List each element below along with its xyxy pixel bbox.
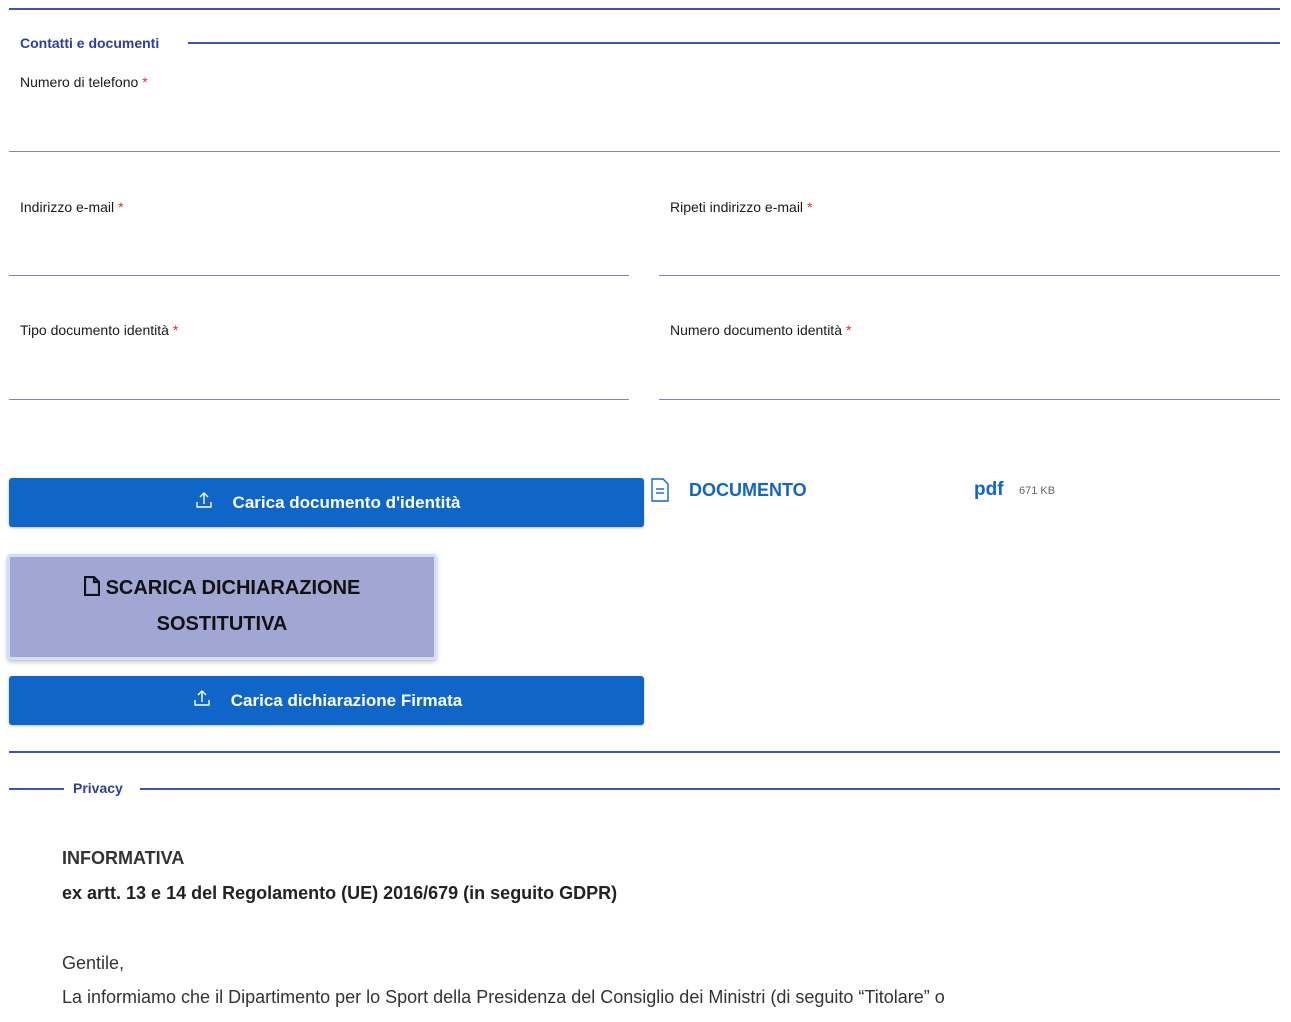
privacy-legend: Privacy [73,780,123,796]
contacts-legend-line [188,42,1280,44]
privacy-legend-line-left [9,788,64,790]
download-declaration-button[interactable]: SCARICA DICHIARAZIONE SOSTITUTIVA [7,554,437,660]
required-mark: * [807,199,813,215]
upload-id-label: Carica documento d'identità [232,492,461,512]
required-mark: * [118,199,124,215]
email-repeat-input[interactable] [659,236,1280,276]
doc-number-label: Numero documento identità * [670,322,852,338]
email-label: Indirizzo e-mail * [20,199,124,215]
doc-type-input[interactable] [9,360,629,400]
upload-id-button[interactable]: Carica documento d'identità [9,478,644,527]
download-declaration-line2: SOSTITUTIVA [156,613,288,635]
upload-icon [193,489,215,516]
doc-number-input[interactable] [659,360,1280,400]
section-divider [9,751,1280,753]
top-divider [9,8,1280,10]
download-declaration-line1: SCARICA DICHIARAZIONE [10,571,434,607]
upload-icon [191,687,213,714]
privacy-heading: INFORMATIVA [62,848,185,868]
attached-file-size: 671 KB [1019,485,1056,497]
attached-file-name[interactable]: DOCUMENTO [689,480,807,501]
email-repeat-label: Ripeti indirizzo e-mail * [670,199,813,215]
privacy-legend-line-right [140,788,1280,790]
privacy-subheading: ex artt. 13 e 14 del Regolamento (UE) 20… [62,883,618,903]
required-mark: * [846,322,852,338]
document-icon [83,573,100,607]
file-icon [651,478,669,507]
upload-signed-label: Carica dichiarazione Firmata [230,690,463,710]
email-input[interactable] [9,236,629,276]
phone-input[interactable] [9,112,1280,152]
contacts-legend: Contatti e documenti [20,35,160,51]
required-mark: * [172,322,179,338]
privacy-body: La informiamo che il Dipartimento per lo… [62,987,945,1007]
privacy-greeting: Gentile, [62,953,125,973]
upload-signed-button[interactable]: Carica dichiarazione Firmata [9,676,644,725]
phone-label: Numero di telefono * [20,74,148,90]
doc-type-label: Tipo documento identità * [20,322,179,338]
required-mark: * [142,74,148,90]
attached-file-ext: pdf [974,479,1004,500]
